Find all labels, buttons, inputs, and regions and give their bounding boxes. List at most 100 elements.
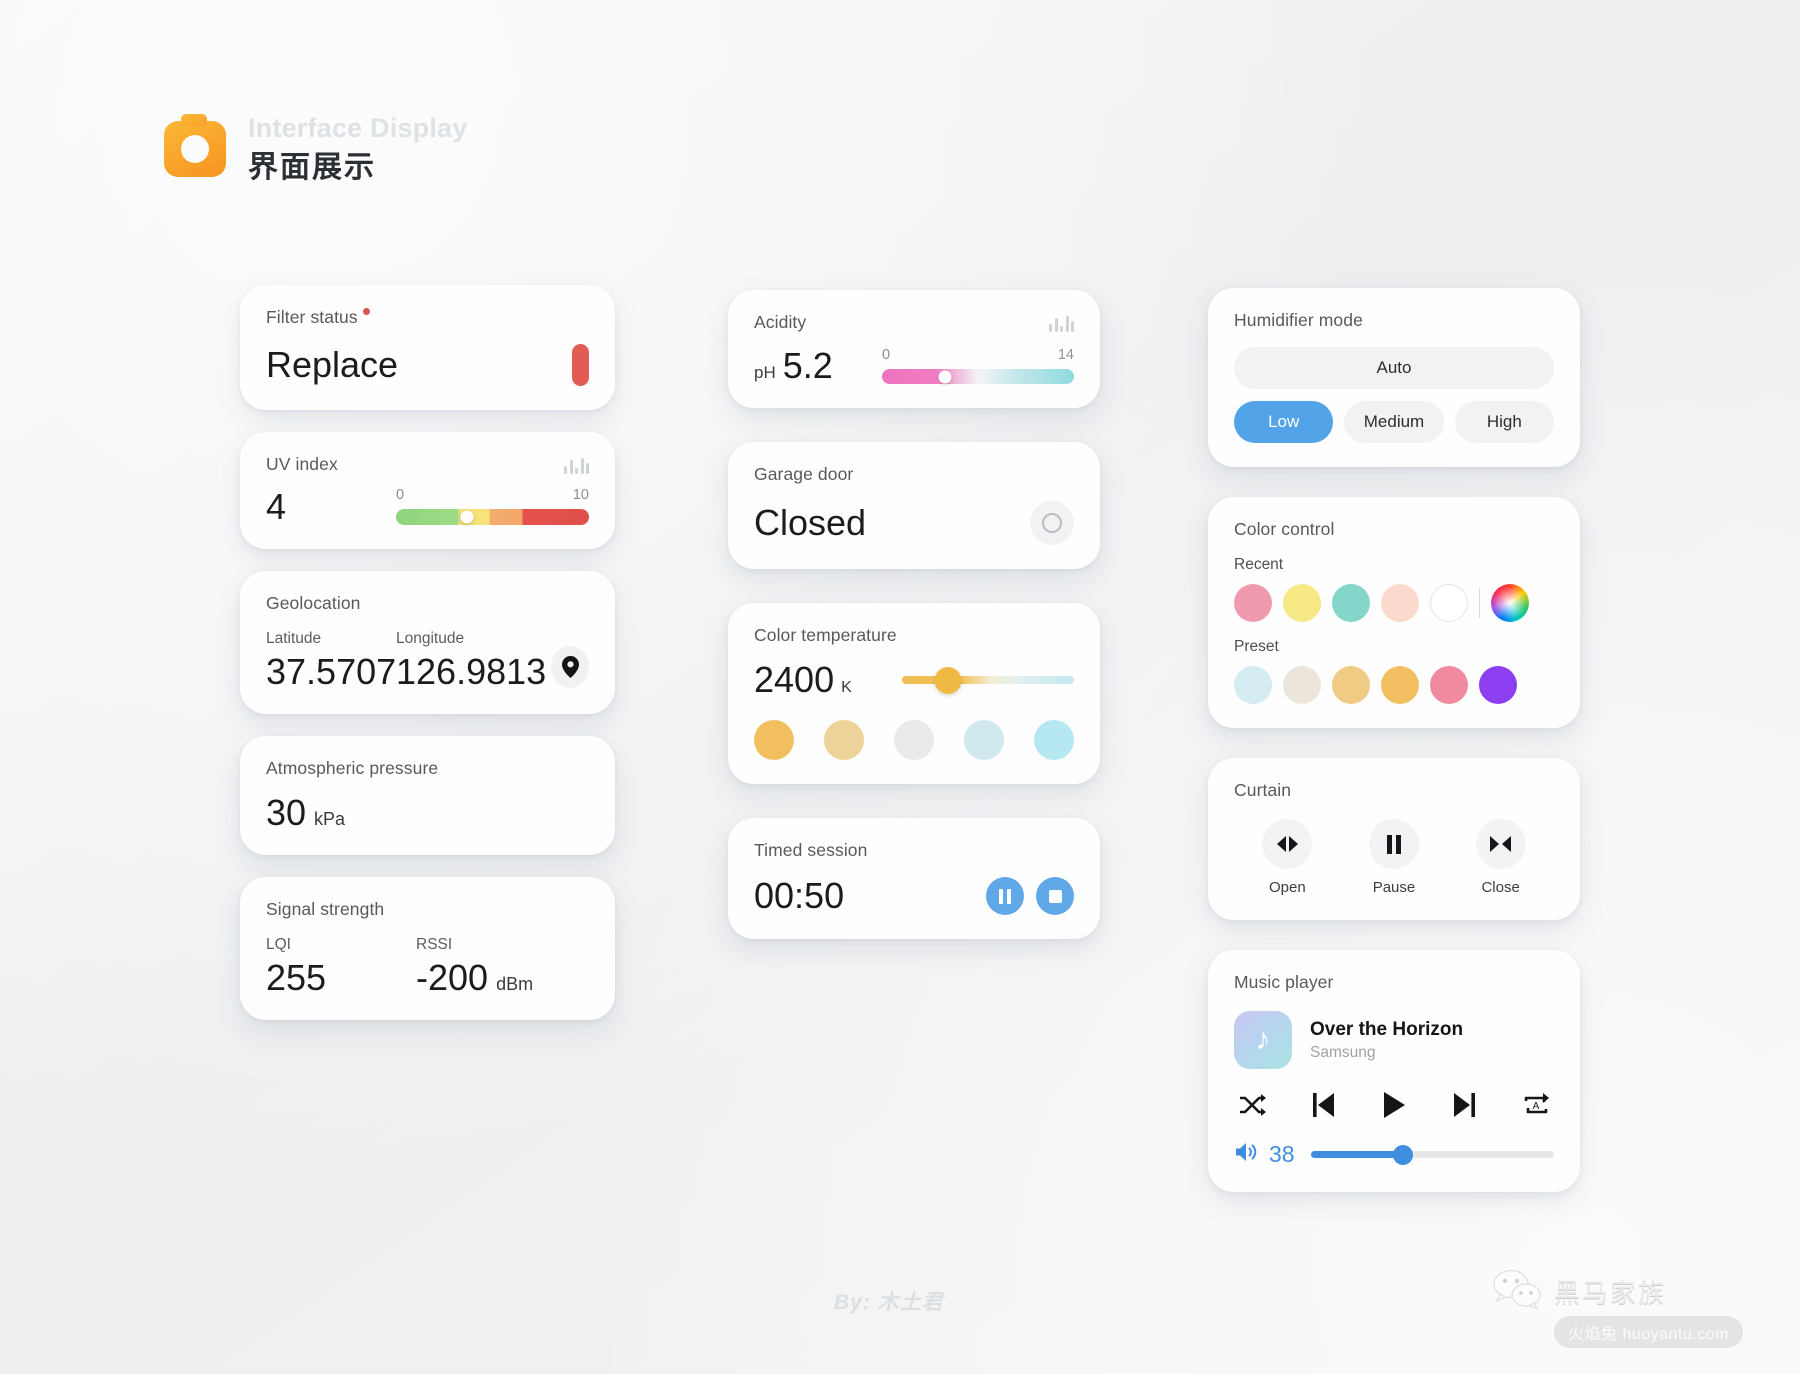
latitude-value: 37.5707 — [266, 651, 397, 692]
acidity-scale[interactable]: 0 14 — [882, 347, 1074, 384]
filter-status-label-row: Filter status — [266, 307, 589, 328]
card-humidifier-mode[interactable]: Humidifier mode Auto Low Medium High — [1208, 288, 1580, 467]
music-note-icon: ♪ — [1255, 1023, 1271, 1056]
page-header: Interface Display 界面展示 — [164, 112, 468, 187]
card-atmospheric-pressure[interactable]: Atmospheric pressure 30 kPa — [240, 736, 615, 855]
humidifier-mode-label: Humidifier mode — [1234, 310, 1363, 330]
acidity-header: Acidity — [754, 312, 1074, 333]
music-artist: Samsung — [1310, 1043, 1376, 1061]
color-control-preset-swatches — [1234, 666, 1554, 704]
page-root: Interface Display 界面展示 Filter status Rep… — [0, 0, 1800, 1374]
humidifier-mode-low-button[interactable]: Low — [1234, 401, 1334, 443]
acidity-scale-max: 14 — [1057, 347, 1074, 363]
uv-gradient-bar[interactable] — [396, 509, 589, 525]
humidifier-mode-high-button[interactable]: High — [1454, 401, 1554, 443]
card-music-player[interactable]: Music player ♪ Over the Horizon Samsung — [1208, 950, 1580, 1192]
color-temperature-track — [902, 676, 1074, 684]
curtain-pause-button[interactable]: Pause — [1368, 819, 1419, 896]
recent-color-swatch[interactable] — [1234, 584, 1272, 622]
color-temperature-knob[interactable] — [934, 666, 962, 694]
recent-color-swatch[interactable] — [1283, 584, 1321, 622]
humidifier-mode-medium-button[interactable]: Medium — [1344, 401, 1444, 443]
uv-scale-min: 0 — [396, 487, 405, 503]
preset-color-swatch[interactable] — [1332, 666, 1370, 704]
curtain-controls: Open Pause Close — [1234, 819, 1554, 896]
uv-slider-knob[interactable] — [460, 510, 474, 524]
rssi-group: RSSI -200 dBm — [416, 936, 533, 996]
longitude-label: Longitude — [396, 630, 465, 647]
color-temperature-value: 2400 — [754, 659, 835, 700]
card-filter-status[interactable]: Filter status Replace — [240, 285, 615, 410]
previous-button[interactable] — [1313, 1092, 1335, 1118]
uv-index-header: UV index — [266, 454, 589, 475]
color-temperature-swatch[interactable] — [754, 720, 794, 760]
timed-session-controls — [986, 877, 1074, 915]
longitude-value: 126.9813 — [396, 651, 547, 692]
curtain-open-button[interactable]: Open — [1262, 819, 1313, 896]
filter-status-label: Filter status — [266, 307, 358, 327]
card-acidity[interactable]: Acidity pH 5.2 0 14 — [728, 290, 1100, 408]
timer-stop-button[interactable] — [1036, 877, 1074, 915]
preset-color-swatch[interactable] — [1430, 666, 1468, 704]
card-color-control[interactable]: Color control Recent Preset — [1208, 497, 1580, 728]
bar-chart-icon — [564, 456, 589, 474]
preset-color-swatch[interactable] — [1234, 666, 1272, 704]
latitude-group: Latitude 37.5707 — [266, 630, 396, 690]
column-left: Filter status Replace UV index 4 0 10 Ge… — [240, 285, 615, 1020]
color-control-recent-swatches — [1234, 584, 1554, 622]
acidity-gradient-bar[interactable] — [882, 369, 1074, 384]
watermark: 黑马家族 火焰兔 huoyantu.com — [1492, 1270, 1743, 1348]
card-signal-strength[interactable]: Signal strength LQI 255 RSSI -200 dBm — [240, 877, 615, 1020]
recent-color-swatch[interactable] — [1332, 584, 1370, 622]
color-temperature-swatch[interactable] — [894, 720, 934, 760]
preset-color-swatch[interactable] — [1283, 666, 1321, 704]
recent-color-swatch[interactable] — [1381, 584, 1419, 622]
color-wheel-icon[interactable] — [1491, 584, 1529, 622]
close-arrows-icon — [1475, 819, 1526, 869]
acidity-slider-knob[interactable] — [938, 370, 952, 383]
latitude-label: Latitude — [266, 630, 322, 647]
color-temperature-swatch[interactable] — [1034, 720, 1074, 760]
card-timed-session[interactable]: Timed session 00:50 — [728, 818, 1100, 939]
lqi-value: 255 — [266, 957, 327, 998]
card-color-temperature[interactable]: Color temperature 2400 K — [728, 603, 1100, 784]
shuffle-button[interactable] — [1238, 1093, 1266, 1117]
preset-color-swatch[interactable] — [1381, 666, 1419, 704]
garage-door-label: Garage door — [754, 464, 854, 484]
card-uv-index[interactable]: UV index 4 0 10 — [240, 432, 615, 549]
color-temperature-slider[interactable] — [902, 666, 1074, 694]
color-temperature-swatches[interactable] — [754, 720, 1074, 760]
bar-chart-icon — [1049, 314, 1074, 332]
volume-value: 38 — [1269, 1141, 1295, 1167]
preset-color-swatch[interactable] — [1479, 666, 1517, 704]
volume-knob[interactable] — [1393, 1144, 1414, 1165]
speaker-button[interactable] — [1234, 1141, 1258, 1168]
garage-door-toggle-button[interactable] — [1030, 501, 1074, 545]
acidity-value: 5.2 — [782, 345, 833, 386]
repeat-button[interactable]: A — [1522, 1092, 1550, 1118]
curtain-open-label: Open — [1268, 879, 1306, 896]
card-geolocation[interactable]: Geolocation Latitude 37.5707 Longitude 1… — [240, 571, 615, 714]
recent-color-swatch[interactable] — [1430, 584, 1468, 622]
next-button[interactable] — [1453, 1092, 1475, 1118]
play-button[interactable] — [1382, 1091, 1406, 1119]
camera-icon — [164, 114, 226, 178]
lqi-label: LQI — [266, 936, 291, 953]
humidifier-auto-button[interactable]: Auto — [1234, 347, 1554, 389]
timer-pause-button[interactable] — [986, 877, 1024, 915]
acidity-prefix: pH — [754, 363, 776, 382]
card-curtain[interactable]: Curtain Open Pause Close — [1208, 758, 1580, 920]
color-temperature-swatch[interactable] — [964, 720, 1004, 760]
signal-strength-body: LQI 255 RSSI -200 dBm — [266, 936, 589, 996]
volume-slider[interactable] — [1310, 1144, 1554, 1165]
map-pin-button[interactable] — [551, 646, 589, 688]
curtain-close-button[interactable]: Close — [1475, 819, 1526, 896]
uv-index-scale[interactable]: 0 10 — [396, 487, 589, 525]
circle-outline-icon — [1042, 513, 1062, 533]
color-temperature-swatch[interactable] — [824, 720, 864, 760]
music-player-label: Music player — [1234, 972, 1334, 992]
color-divider — [1479, 588, 1480, 618]
color-control-recent-label: Recent — [1234, 556, 1284, 573]
rssi-value-row: -200 dBm — [416, 960, 533, 996]
card-garage-door[interactable]: Garage door Closed — [728, 442, 1100, 569]
